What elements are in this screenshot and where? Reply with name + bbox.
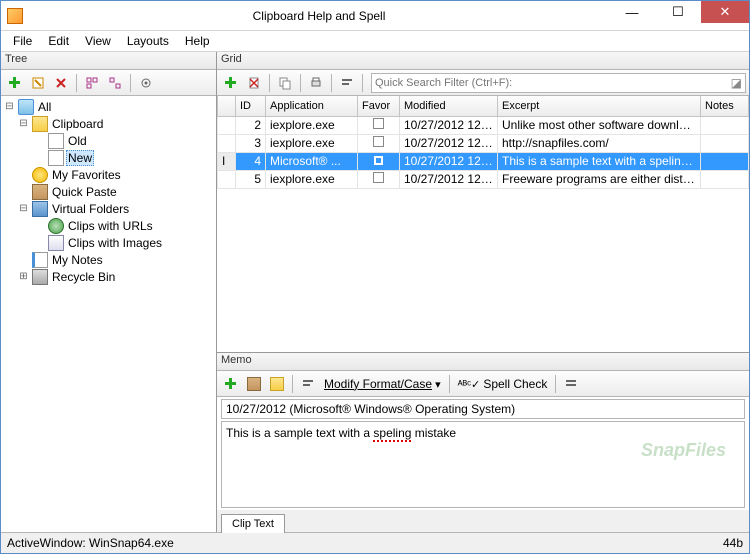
col-id[interactable]: ID: [236, 96, 266, 116]
tree-node-favorites[interactable]: My Favorites: [50, 168, 123, 182]
memo-toolbar: Modify Format/Case ▾ ᴬᴮᶜ✓ Spell Check: [217, 371, 749, 397]
memo-format-icon[interactable]: [297, 373, 319, 395]
grid-pane-label: Grid: [217, 52, 749, 70]
search-input[interactable]: [375, 77, 731, 89]
minimize-button[interactable]: —: [609, 1, 655, 23]
star-icon: [32, 167, 48, 183]
menu-file[interactable]: File: [5, 32, 40, 50]
expand-icon[interactable]: ⊟: [17, 117, 30, 130]
spelling-error[interactable]: speling: [373, 426, 411, 442]
grid-toolbar: ◪: [217, 70, 749, 96]
status-size: 44b: [723, 536, 743, 550]
tree-node-virtualfolders[interactable]: Virtual Folders: [50, 202, 131, 216]
col-modified[interactable]: Modified: [400, 96, 498, 116]
spell-check-button[interactable]: ᴬᴮᶜ✓ Spell Check: [454, 377, 552, 391]
memo-paste-button[interactable]: [266, 373, 288, 395]
col-favor[interactable]: Favor: [358, 96, 400, 116]
col-notes[interactable]: Notes: [701, 96, 749, 116]
trash-icon: [32, 269, 48, 285]
clear-search-icon[interactable]: ◪: [731, 76, 742, 90]
search-box[interactable]: ◪: [371, 73, 746, 93]
menubar: File Edit View Layouts Help: [1, 31, 749, 52]
page-icon: [48, 150, 64, 166]
grid-table[interactable]: ID Application Favor Modified Excerpt No…: [217, 96, 749, 189]
table-row[interactable]: 5iexplore.exe10/27/2012 12:...Freeware p…: [218, 170, 749, 188]
memo-wrap-button[interactable]: [560, 373, 582, 395]
table-row[interactable]: 3iexplore.exe10/27/2012 12:...http://sna…: [218, 134, 749, 152]
tab-clip-text[interactable]: Clip Text: [221, 514, 285, 533]
folder-icon: [32, 201, 48, 217]
image-icon: [48, 235, 64, 251]
tree-node-new[interactable]: New: [66, 150, 94, 166]
col-excerpt[interactable]: Excerpt: [498, 96, 701, 116]
maximize-button[interactable]: ☐: [655, 1, 701, 23]
memo-add-button[interactable]: [220, 373, 242, 395]
folder-icon: [32, 116, 48, 132]
expand-icon[interactable]: ⊟: [17, 202, 30, 215]
tree-node-old[interactable]: Old: [66, 134, 89, 148]
col-marker[interactable]: [218, 96, 236, 116]
tree-node-clipsimages[interactable]: Clips with Images: [66, 236, 164, 250]
window-title: Clipboard Help and Spell: [29, 9, 609, 23]
menu-edit[interactable]: Edit: [40, 32, 77, 50]
memo-info-line: 10/27/2012 (Microsoft® Windows® Operatin…: [221, 399, 745, 419]
tree-toolbar: [1, 70, 216, 96]
page-icon: [48, 133, 64, 149]
database-icon: [18, 99, 34, 115]
tree-expand-button[interactable]: [81, 72, 103, 94]
tree-node-clipboard[interactable]: Clipboard: [50, 117, 105, 131]
col-application[interactable]: Application: [266, 96, 358, 116]
globe-icon: [48, 218, 64, 234]
favor-checkbox[interactable]: [373, 136, 384, 147]
tree-add-button[interactable]: [4, 72, 26, 94]
tree-edit-button[interactable]: [27, 72, 49, 94]
tree-pane-label: Tree: [1, 52, 216, 70]
modify-format-button[interactable]: Modify Format/Case ▾: [320, 377, 445, 391]
paste-icon: [32, 184, 48, 200]
favor-checkbox[interactable]: [374, 156, 383, 165]
watermark: SnapFiles: [641, 440, 726, 461]
grid-delete-button[interactable]: [243, 72, 265, 94]
tree-settings-button[interactable]: [135, 72, 157, 94]
tree-node-quickpaste[interactable]: Quick Paste: [50, 185, 119, 199]
expand-icon[interactable]: ⊞: [17, 270, 30, 283]
tree-view[interactable]: ⊟ All ⊟ Clipboard Old New My Favorites Qui…: [1, 96, 216, 532]
note-icon: [32, 252, 48, 268]
tree-node-all[interactable]: All: [36, 100, 53, 114]
tree-collapse-button[interactable]: [104, 72, 126, 94]
close-button[interactable]: ✕: [701, 1, 749, 23]
grid-add-button[interactable]: [220, 72, 242, 94]
menu-layouts[interactable]: Layouts: [119, 32, 177, 50]
grid-print-button[interactable]: [305, 72, 327, 94]
menu-help[interactable]: Help: [177, 32, 218, 50]
expand-icon[interactable]: ⊟: [3, 100, 16, 113]
grid-format-button[interactable]: [336, 72, 358, 94]
table-row[interactable]: 2iexplore.exe10/27/2012 12:...Unlike mos…: [218, 116, 749, 134]
grid-copy-button[interactable]: [274, 72, 296, 94]
menu-view[interactable]: View: [77, 32, 119, 50]
table-row[interactable]: I4Microsoft® ...10/27/2012 12:...This is…: [218, 152, 749, 170]
memo-textarea[interactable]: This is a sample text with a speling mis…: [221, 421, 745, 508]
status-activewindow: ActiveWindow: WinSnap64.exe: [7, 536, 174, 550]
favor-checkbox[interactable]: [373, 172, 384, 183]
memo-pane-label: Memo: [217, 353, 749, 371]
tree-delete-button[interactable]: [50, 72, 72, 94]
memo-copy-button[interactable]: [243, 373, 265, 395]
app-icon: [7, 8, 23, 24]
tree-node-recyclebin[interactable]: Recycle Bin: [50, 270, 117, 284]
favor-checkbox[interactable]: [373, 118, 384, 129]
tree-node-clipsurls[interactable]: Clips with URLs: [66, 219, 155, 233]
tree-node-mynotes[interactable]: My Notes: [50, 253, 105, 267]
